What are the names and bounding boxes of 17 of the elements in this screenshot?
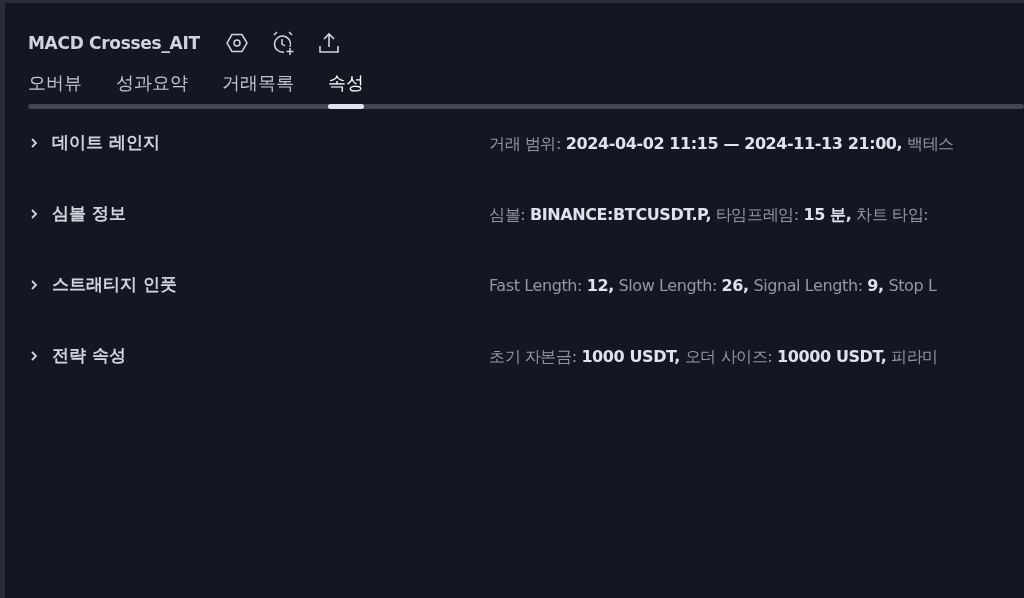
strategy-title: MACD Crosses_AIT	[28, 33, 200, 53]
section-summary: 초기 자본금: 1000 USDT, 오더 사이즈: 10000 USDT, 피라미	[489, 346, 939, 368]
section-summary: 심볼: BINANCE:BTCUSDT.P, 타임프레임: 15 분, 차트 타입:	[489, 204, 930, 226]
section-header[interactable]: 전략 속성	[28, 344, 126, 367]
chevron-icon	[28, 136, 40, 149]
tab[interactable]: 성과요약	[116, 71, 188, 95]
tab[interactable]: 속성	[328, 71, 364, 95]
section-summary: Fast Length: 12, Slow Length: 26, Signal Length: 9, Stop L	[489, 275, 938, 295]
tab[interactable]: 오버뷰	[28, 71, 82, 95]
section-summary: 거래 범위: 2024-04-02 11:15 — 2024-11-13 21:00, 백테스	[489, 133, 955, 155]
tab[interactable]: 거래목록	[222, 71, 294, 95]
chevron-icon	[28, 349, 40, 362]
chevron-icon	[28, 278, 40, 291]
section-header[interactable]: 심볼 정보	[28, 202, 126, 225]
chevron-icon	[28, 207, 40, 220]
section-header[interactable]: 데이트 레인지	[28, 131, 160, 154]
section-header[interactable]: 스트래티지 인풋	[28, 273, 177, 296]
